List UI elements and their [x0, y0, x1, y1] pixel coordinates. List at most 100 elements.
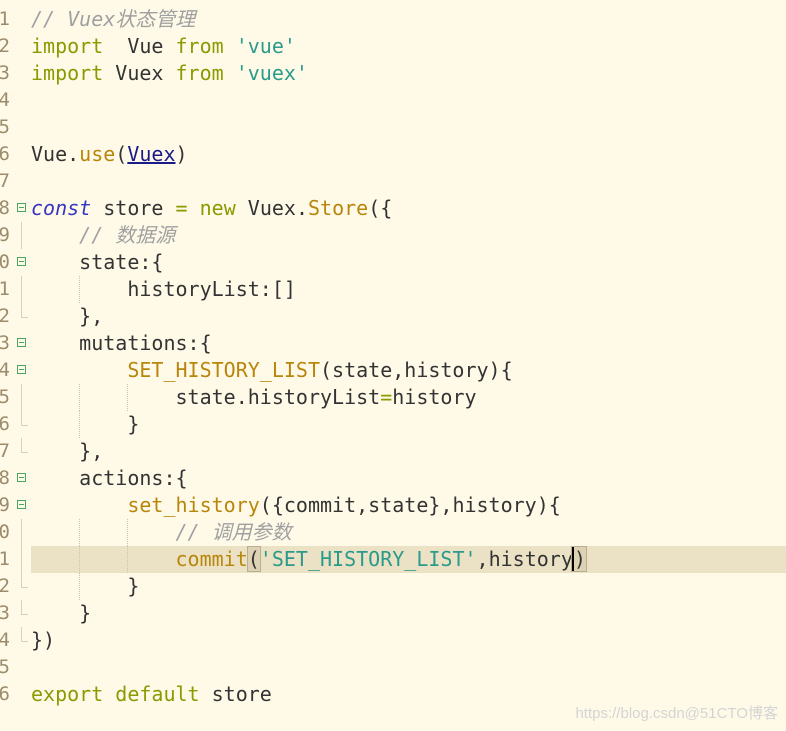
line-number: 13 [0, 332, 10, 354]
indent-guide [79, 411, 81, 438]
token-kw: import [31, 34, 104, 58]
indent-guide [127, 546, 129, 573]
line-number: 20 [0, 521, 10, 543]
code-line[interactable]: 24}) [0, 627, 786, 654]
token-kw: new [199, 196, 236, 220]
token-fn: use [79, 142, 116, 166]
code-line[interactable]: 25 [0, 654, 786, 681]
token: historyList:[] [31, 277, 296, 301]
fold-toggle-icon[interactable] [17, 203, 26, 212]
token-cm: // 数据源 [79, 223, 176, 247]
code-text: }, [31, 438, 786, 465]
code-text: actions:{ [31, 465, 786, 492]
code-text: SET_HISTORY_LIST(state,history){ [31, 357, 786, 384]
code-line[interactable]: 5 [0, 114, 786, 141]
line-number: 12 [0, 305, 10, 327]
token: actions:{ [31, 466, 188, 490]
line-number: 8 [0, 197, 10, 219]
fold-toggle-icon[interactable] [17, 500, 26, 509]
token-cm: // 调用参数 [175, 520, 292, 544]
code-line[interactable]: 13 mutations:{ [0, 330, 786, 357]
line-number: 22 [0, 575, 10, 597]
line-number: 11 [0, 278, 10, 300]
token-kw: from [175, 61, 224, 85]
line-number: 14 [0, 359, 10, 381]
token: state.historyList [31, 385, 381, 409]
code-line[interactable]: 4 [0, 87, 786, 114]
code-line[interactable]: 1 // Vuex状态管理 [0, 6, 786, 33]
code-line[interactable]: 7 [0, 168, 786, 195]
code-text: } [31, 411, 786, 438]
token: ( [115, 142, 128, 166]
line-number: 16 [0, 413, 10, 435]
code-text: const store = new Vuex.Store({ [31, 195, 786, 222]
line-number: 3 [0, 62, 10, 84]
code-line[interactable]: 9 // 数据源 [0, 222, 786, 249]
watermark: https://blog.csdn@51CTO博客 [575, 705, 778, 722]
code-text: } [31, 600, 786, 627]
fold-end-marker [21, 303, 28, 318]
line-number: 6 [0, 143, 10, 165]
line-number: 9 [0, 224, 10, 246]
code-line[interactable]: 10 state:{ [0, 249, 786, 276]
code-text: mutations:{ [31, 330, 786, 357]
code-line[interactable]: 17 }, [0, 438, 786, 465]
token: }, [31, 304, 104, 328]
code-line[interactable]: 23 } [0, 600, 786, 627]
line-number: 26 [0, 683, 10, 705]
code-line[interactable]: 22 } [0, 573, 786, 600]
fold-toggle-icon[interactable] [17, 257, 26, 266]
line-number: 1 [0, 8, 10, 30]
token-kw: export [31, 682, 104, 706]
fold-end-marker [21, 438, 28, 453]
token: Vue [103, 34, 176, 58]
code-line[interactable]: 18 actions:{ [0, 465, 786, 492]
code-text: } [31, 573, 786, 600]
token: ) [175, 142, 188, 166]
code-line[interactable]: 15 state.historyList=history [0, 384, 786, 411]
indent-guide [127, 384, 129, 411]
token-fn: SET_HISTORY_LIST [127, 358, 320, 382]
code-editor[interactable]: 1 // Vuex状态管理 2 import Vue from 'vue' 3 impor… [0, 6, 786, 708]
fold-toggle-icon[interactable] [17, 365, 26, 374]
token-cm: // Vuex状态管理 [31, 7, 196, 31]
code-line[interactable]: 3 import Vuex from 'vuex' [0, 60, 786, 87]
token-kw: = [175, 196, 188, 220]
token: Vuex [103, 61, 176, 85]
fold-end-marker [21, 627, 28, 642]
fold-region-line [21, 222, 22, 249]
code-line[interactable]: 8 const store = new Vuex.Store({ [0, 195, 786, 222]
code-line[interactable]: 6 Vue.use(Vuex) [0, 141, 786, 168]
code-line[interactable]: 12 }, [0, 303, 786, 330]
code-line[interactable]: 2 import Vue from 'vue' [0, 33, 786, 60]
code-text: import Vue from 'vue' [31, 33, 786, 60]
line-number: 19 [0, 494, 10, 516]
token-str: 'vuex' [235, 61, 308, 85]
indent-guide [79, 573, 81, 600]
indent-guide [79, 384, 81, 411]
code-line[interactable]: 21 commit('SET_HISTORY_LIST',history) [0, 546, 786, 573]
line-number: 24 [0, 629, 10, 651]
token: ({commit,state},history){ [259, 493, 561, 517]
code-line[interactable]: 16 } [0, 411, 786, 438]
fold-end-marker [21, 600, 28, 615]
token-kw: default [115, 682, 200, 706]
code-line[interactable]: 14 SET_HISTORY_LIST(state,history){ [0, 357, 786, 384]
code-line[interactable]: 20 // 调用参数 [0, 519, 786, 546]
line-number: 18 [0, 467, 10, 489]
token-kw: from [175, 34, 224, 58]
code-line[interactable]: 19 set_history({commit,state},history){ [0, 492, 786, 519]
code-line[interactable]: 11 historyList:[] [0, 276, 786, 303]
fold-toggle-icon[interactable] [17, 473, 26, 482]
token-str: 'vue' [235, 34, 296, 58]
token-fn: commit [175, 547, 248, 571]
fold-toggle-icon[interactable] [17, 338, 26, 347]
